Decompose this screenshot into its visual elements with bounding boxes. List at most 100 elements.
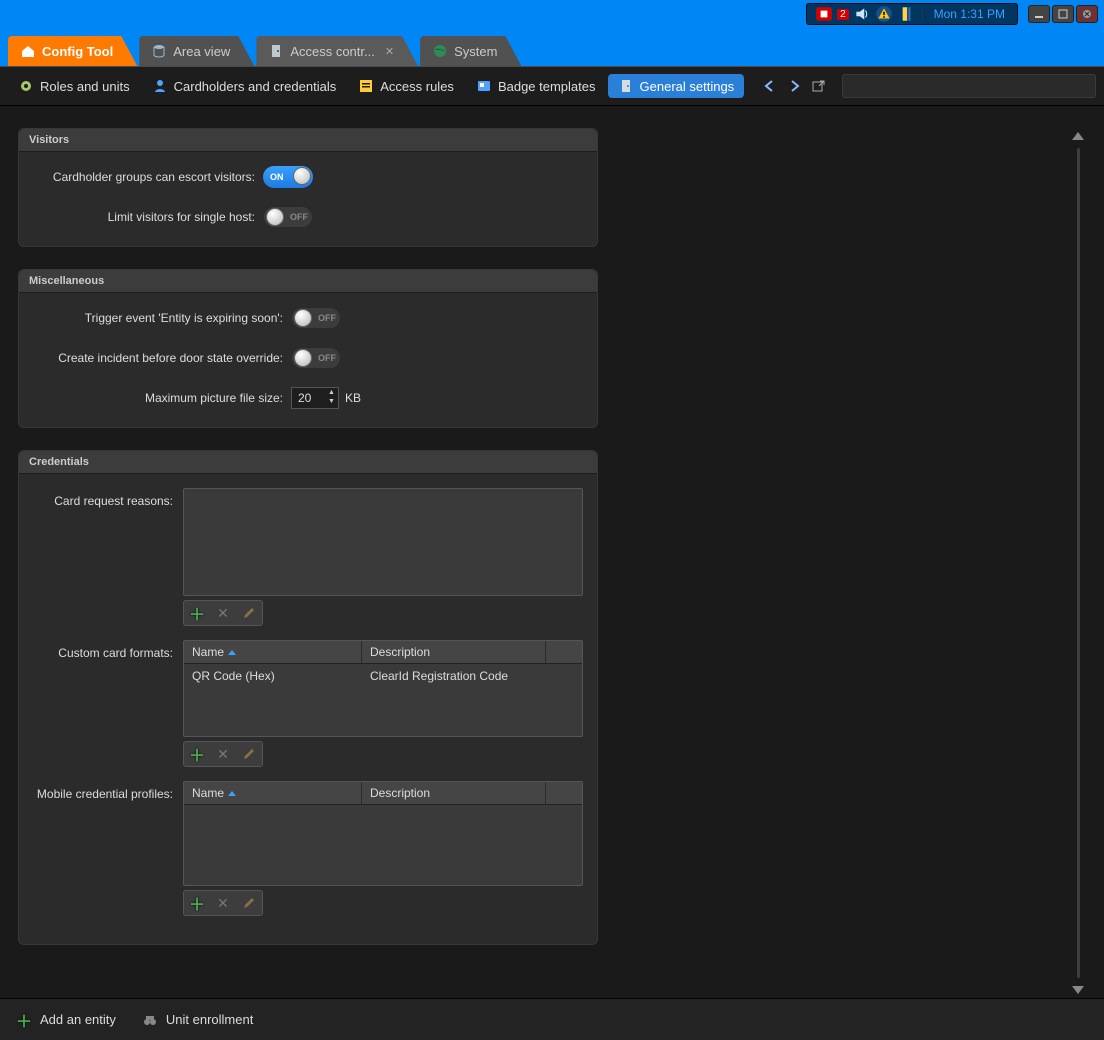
panel-miscellaneous: Miscellaneous Trigger event 'Entity is e…: [18, 269, 598, 428]
cell-name: QR Code (Hex): [184, 667, 362, 685]
add-entity-button[interactable]: ＋ Add an entity: [16, 1008, 116, 1032]
edit-button[interactable]: [238, 743, 260, 765]
max-picture-size-label: Maximum picture file size:: [33, 391, 291, 405]
nav-label: General settings: [640, 79, 735, 94]
nav-label: Roles and units: [40, 79, 130, 94]
minimize-button[interactable]: [1028, 5, 1050, 23]
window-controls: [1028, 5, 1098, 23]
cylinder-icon: [151, 43, 167, 59]
tab-area-view[interactable]: Area view: [139, 36, 254, 66]
plus-icon: ＋: [16, 1008, 32, 1032]
pencil-icon: [242, 747, 256, 761]
trigger-event-label: Trigger event 'Entity is expiring soon':: [33, 311, 291, 325]
unit-enrollment-button[interactable]: Unit enrollment: [142, 1012, 253, 1028]
globe-icon: [432, 43, 448, 59]
panel-header: Visitors: [19, 129, 597, 152]
tab-label: Config Tool: [42, 44, 113, 59]
col-name[interactable]: Name: [184, 782, 362, 804]
clock-label[interactable]: Mon 1:31 PM: [930, 7, 1009, 21]
tab-label: System: [454, 44, 497, 59]
shield-alert-icon[interactable]: [815, 6, 833, 22]
nav-label: Badge templates: [498, 79, 596, 94]
add-button[interactable]: ＋: [186, 892, 208, 914]
escort-visitors-toggle[interactable]: ON: [263, 166, 313, 188]
delete-button[interactable]: ✕: [212, 892, 234, 914]
max-picture-size-input[interactable]: 20 ▲ ▼: [291, 387, 339, 409]
profiles-actions: ＋ ✕: [183, 890, 263, 916]
rules-icon: [358, 78, 374, 94]
table-head: Name Description: [184, 641, 582, 664]
sort-asc-icon: [228, 650, 236, 655]
volume-icon[interactable]: [853, 6, 871, 22]
main-tab-row: Config Tool Area view Access contr... ✕ …: [0, 28, 1104, 66]
footer-label: Unit enrollment: [166, 1012, 253, 1027]
spinner-down-icon[interactable]: ▼: [328, 398, 336, 406]
section-toolbar: Roles and units Cardholders and credenti…: [0, 66, 1104, 106]
panel-header: Miscellaneous: [19, 270, 597, 293]
delete-button[interactable]: ✕: [212, 602, 234, 624]
plus-icon: ＋: [189, 891, 205, 915]
spinner-up-icon[interactable]: ▲: [328, 389, 336, 397]
system-tray: 2 Mon 1:31 PM: [806, 3, 1018, 25]
tab-access-control[interactable]: Access contr... ✕: [256, 36, 418, 66]
tab-system[interactable]: System: [420, 36, 521, 66]
close-tab-icon[interactable]: ✕: [385, 45, 394, 58]
sort-asc-icon: [228, 791, 236, 796]
battery-icon[interactable]: [897, 6, 915, 22]
col-spacer: [546, 641, 582, 663]
panel-credentials: Credentials Card request reasons: ＋ ✕ Cu: [18, 450, 598, 945]
create-incident-label: Create incident before door state overri…: [33, 351, 291, 365]
x-icon: ✕: [217, 895, 229, 912]
plus-icon: ＋: [189, 742, 205, 766]
nav-detach-button[interactable]: [808, 75, 830, 97]
close-window-button[interactable]: [1076, 5, 1098, 23]
pencil-icon: [242, 606, 256, 620]
card-request-reasons-list[interactable]: [183, 488, 583, 596]
nav-back-button[interactable]: [758, 75, 780, 97]
table-row[interactable]: QR Code (Hex)ClearId Registration Code: [184, 664, 582, 688]
door-icon: [268, 43, 284, 59]
search-input[interactable]: [842, 74, 1096, 98]
add-button[interactable]: ＋: [186, 743, 208, 765]
scroll-up-icon[interactable]: [1072, 132, 1084, 140]
nav-forward-button[interactable]: [784, 75, 806, 97]
table-head: Name Description: [184, 782, 582, 805]
tab-label: Area view: [173, 44, 230, 59]
limit-visitors-toggle[interactable]: OFF: [263, 206, 313, 228]
create-incident-toggle[interactable]: OFF: [291, 347, 341, 369]
edit-button[interactable]: [238, 602, 260, 624]
notifications-badge[interactable]: 2: [837, 9, 849, 20]
nav-badge-templates[interactable]: Badge templates: [466, 74, 606, 98]
nav-access-rules[interactable]: Access rules: [348, 74, 464, 98]
col-description[interactable]: Description: [362, 641, 546, 663]
mobile-credential-profiles-label: Mobile credential profiles:: [33, 781, 183, 916]
col-description[interactable]: Description: [362, 782, 546, 804]
x-icon: ✕: [217, 605, 229, 622]
escort-visitors-label: Cardholder groups can escort visitors:: [33, 170, 263, 184]
title-bar: 2 Mon 1:31 PM: [0, 0, 1104, 28]
scroll-down-icon[interactable]: [1072, 986, 1084, 994]
mobile-credential-profiles-table[interactable]: Name Description: [183, 781, 583, 886]
edit-button[interactable]: [238, 892, 260, 914]
footer-bar: ＋ Add an entity Unit enrollment: [0, 998, 1104, 1040]
door-settings-icon: [618, 78, 634, 94]
maximize-button[interactable]: [1052, 5, 1074, 23]
col-name[interactable]: Name: [184, 641, 362, 663]
numeric-value: 20: [298, 391, 311, 405]
custom-card-formats-table[interactable]: Name Description QR Code (Hex)ClearId Re…: [183, 640, 583, 737]
formats-actions: ＋ ✕: [183, 741, 263, 767]
trigger-event-toggle[interactable]: OFF: [291, 307, 341, 329]
scrollbar[interactable]: [1070, 128, 1086, 998]
add-button[interactable]: ＋: [186, 602, 208, 624]
panel-header: Credentials: [19, 451, 597, 474]
card-request-reasons-label: Card request reasons:: [33, 488, 183, 626]
col-spacer: [546, 782, 582, 804]
tab-config-tool[interactable]: Config Tool: [8, 36, 137, 66]
person-icon: [152, 78, 168, 94]
delete-button[interactable]: ✕: [212, 743, 234, 765]
nav-label: Access rules: [380, 79, 454, 94]
nav-roles-units[interactable]: Roles and units: [8, 74, 140, 98]
warning-triangle-icon[interactable]: [875, 6, 893, 22]
nav-general-settings[interactable]: General settings: [608, 74, 745, 98]
nav-cardholders[interactable]: Cardholders and credentials: [142, 74, 347, 98]
